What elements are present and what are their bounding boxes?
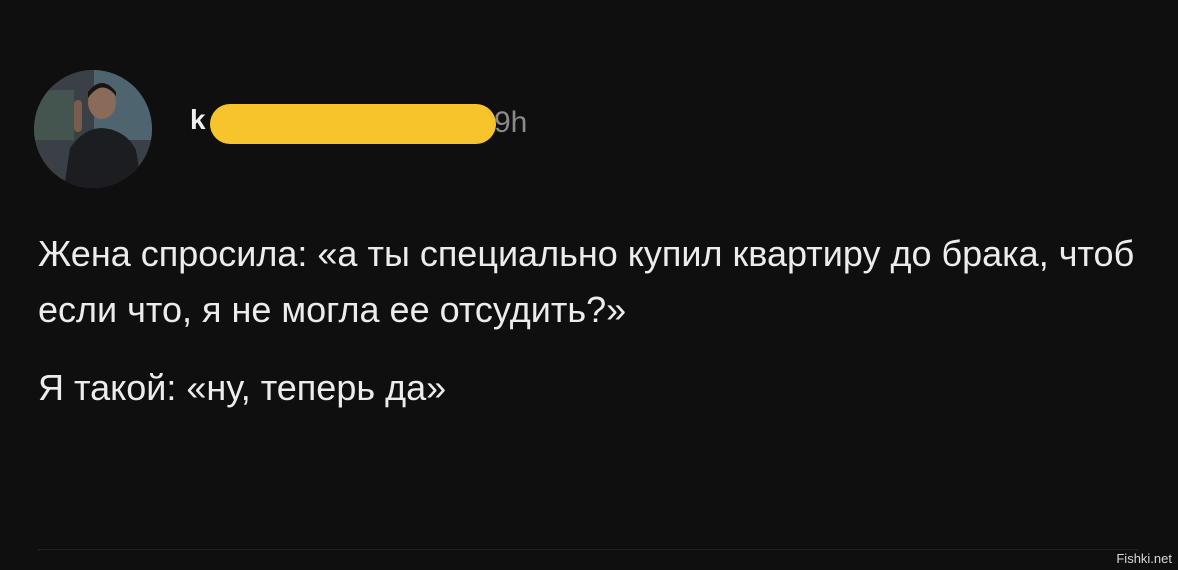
avatar[interactable] — [34, 70, 152, 188]
post-timestamp: 9h — [494, 106, 528, 139]
post-text: Жена спросила: «а ты специально купил кв… — [38, 226, 1158, 416]
avatar-photo-icon — [34, 70, 152, 188]
username-redaction-mark — [210, 104, 496, 144]
username[interactable]: k — [190, 104, 206, 136]
post-paragraph-1: Жена спросила: «а ты специально купил кв… — [38, 233, 1135, 330]
post-paragraph-2: Я такой: «ну, теперь да» — [38, 367, 447, 408]
divider — [38, 549, 1138, 550]
post-card: k 9h Жена спросила: «а ты специально куп… — [0, 0, 1178, 570]
watermark: Fishki.net — [1116, 551, 1172, 566]
